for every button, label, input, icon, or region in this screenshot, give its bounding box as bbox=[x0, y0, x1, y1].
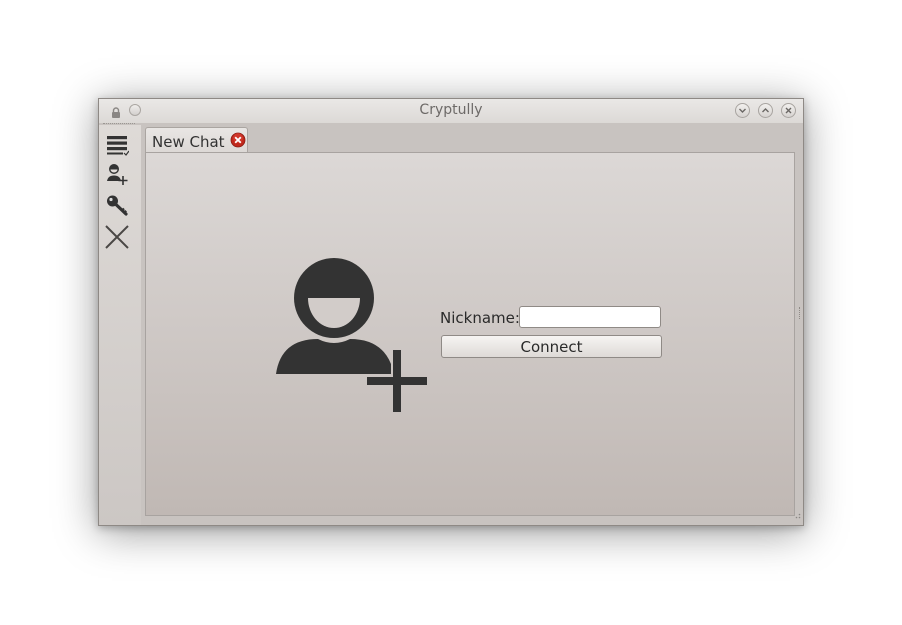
close-window-button[interactable] bbox=[781, 103, 796, 118]
close-icon bbox=[785, 107, 792, 114]
window-title: Cryptully bbox=[419, 102, 483, 118]
title-bar[interactable]: Cryptully bbox=[99, 99, 803, 123]
tab-close-icon[interactable] bbox=[230, 132, 246, 148]
new-chat-panel: Nickname: Connect bbox=[145, 152, 795, 516]
close-x-icon[interactable] bbox=[105, 225, 129, 249]
tab-label: New Chat bbox=[152, 133, 225, 151]
chevron-up-icon bbox=[762, 108, 769, 113]
connect-button[interactable]: Connect bbox=[441, 335, 662, 358]
add-user-large-icon bbox=[276, 253, 431, 417]
sidebar bbox=[99, 125, 141, 525]
key-icon[interactable] bbox=[105, 194, 129, 218]
nickname-input[interactable] bbox=[519, 306, 661, 328]
minimize-button[interactable] bbox=[735, 103, 750, 118]
nickname-label: Nickname: bbox=[440, 309, 520, 327]
add-user-icon[interactable] bbox=[105, 162, 129, 186]
chevron-down-icon bbox=[739, 108, 746, 113]
resize-grip-icon[interactable] bbox=[793, 504, 801, 523]
maximize-button[interactable] bbox=[758, 103, 773, 118]
menu-icon[interactable] bbox=[105, 133, 130, 157]
splitter-handle[interactable] bbox=[799, 307, 803, 319]
main-window: Cryptully New Chat Nickname: Connect bbox=[98, 98, 804, 526]
tab-new-chat[interactable]: New Chat bbox=[145, 127, 248, 153]
